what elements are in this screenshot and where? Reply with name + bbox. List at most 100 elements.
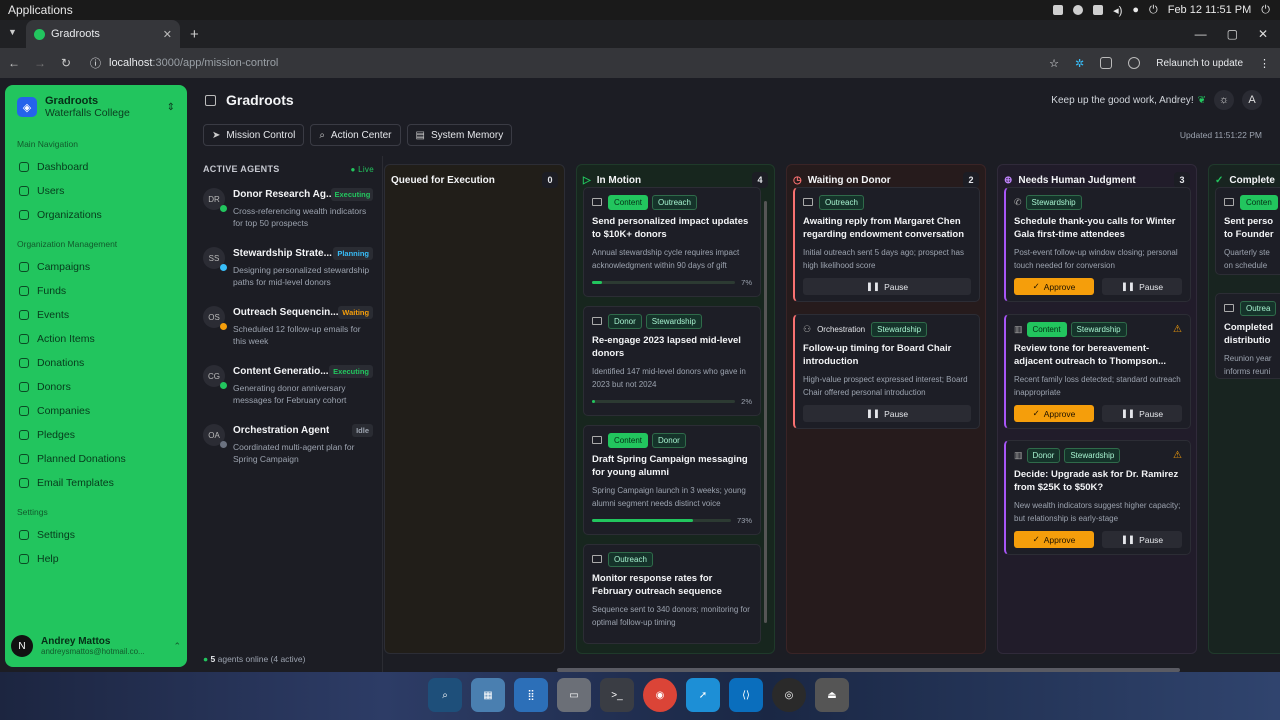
sidebar-item-pledges[interactable]: Pledges [5, 423, 187, 447]
agent-item[interactable]: SS Stewardship Strate... Planning Designi… [195, 241, 382, 300]
status-dot [220, 323, 227, 330]
bookmark-star-icon[interactable]: ☆ [1049, 57, 1059, 70]
org-logo-icon: ◈ [17, 97, 37, 117]
task-card[interactable]: Content Outreach Send personalized impact… [583, 187, 761, 297]
relaunch-button[interactable]: Relaunch to update [1156, 58, 1243, 69]
task-card[interactable]: Donor Stewardship Re-engage 2023 lapsed m… [583, 306, 761, 416]
pause-button[interactable]: ❚❚ Pause [1102, 531, 1182, 548]
close-tab-icon[interactable]: ✕ [163, 28, 172, 41]
close-window-icon[interactable]: ✕ [1258, 27, 1268, 41]
column-scrollbar[interactable] [764, 201, 767, 623]
new-tab-button[interactable]: + [190, 26, 199, 43]
card-description: Reunion year informs reuni [1224, 354, 1272, 376]
back-icon[interactable]: ← [2, 56, 26, 70]
sidebar-item-companies[interactable]: Companies [5, 399, 187, 423]
sidebar-item-organizations[interactable]: Organizations [5, 203, 187, 227]
sidebar-item-planned-donations[interactable]: Planned Donations [5, 447, 187, 471]
approve-button[interactable]: ✓ Approve [1014, 405, 1094, 422]
profile-icon[interactable] [1128, 57, 1141, 69]
pause-label: Pause [1139, 408, 1164, 419]
volume-icon[interactable]: ◂) [1113, 4, 1122, 17]
applications-menu[interactable]: Applications [0, 3, 73, 17]
task-card[interactable]: ▥ Donor Stewardship ⚠ Decide: Upgrade ask f… [1004, 440, 1191, 555]
tab-system-memory[interactable]: ▤ System Memory [406, 124, 513, 146]
theme-toggle-icon[interactable]: ☼ [1214, 90, 1234, 110]
agent-item[interactable]: DR Donor Research Ag... Executing Cross-r… [195, 182, 382, 241]
pause-button[interactable]: ❚❚ Pause [803, 405, 971, 422]
obs-app-icon[interactable]: ◎ [772, 678, 806, 712]
site-info-icon[interactable]: ⓘ [90, 55, 101, 71]
agent-item[interactable]: OS Outreach Sequencin... Waiting Schedule… [195, 300, 382, 359]
gallery-app-icon[interactable]: ▦ [471, 678, 505, 712]
approve-button[interactable]: ✓ Approve [1014, 278, 1094, 295]
sidebar-toggle-icon[interactable] [205, 94, 216, 106]
sidebar-item-funds[interactable]: Funds [5, 279, 187, 303]
tab-search-icon[interactable]: ▼ [8, 27, 17, 37]
tray-icon[interactable] [1093, 5, 1104, 15]
tray-icon[interactable] [1053, 5, 1064, 15]
extension-icon[interactable]: ✲ [1075, 57, 1084, 70]
agent-item[interactable]: CG Content Generatio... Executing Generat… [195, 359, 382, 418]
user-menu[interactable]: N Andrey Mattos andreysmattos@hotmail.co… [11, 635, 181, 657]
tray-icon[interactable] [1073, 5, 1084, 15]
sidebar-item-action-items[interactable]: Action Items [5, 327, 187, 351]
progress-percent: 2% [741, 397, 752, 406]
sidebar-item-email-templates[interactable]: Email Templates [5, 471, 187, 495]
task-card[interactable]: Outreach Monitor response rates for Febr… [583, 544, 761, 644]
maximize-icon[interactable]: ▢ [1227, 27, 1238, 41]
reload-icon[interactable]: ↻ [54, 56, 78, 70]
card-description: Quarterly ste on schedule [1224, 248, 1270, 270]
task-card[interactable]: ▥ Content Stewardship ⚠ Review tone for ber… [1004, 314, 1191, 429]
agents-footer: ● 5 agents online (4 active) [203, 654, 306, 664]
task-card[interactable]: Outreach Awaiting reply from Margaret Ch… [793, 187, 980, 302]
sidebar-item-settings[interactable]: Settings [5, 523, 187, 547]
sidebar-item-donations[interactable]: Donations [5, 351, 187, 375]
search-app-icon[interactable]: ⌕ [428, 678, 462, 712]
minimize-icon[interactable]: — [1195, 27, 1207, 41]
task-card[interactable]: Content Donor Draft Spring Campaign messa… [583, 425, 761, 535]
column-title: Waiting on Donor [807, 174, 891, 186]
mail-icon [1224, 304, 1234, 312]
pause-button[interactable]: ❚❚ Pause [803, 278, 971, 295]
sidebar-item-campaigns[interactable]: Campaigns [5, 255, 187, 279]
task-card[interactable]: ✆ Stewardship Schedule thank-you calls fo… [1004, 187, 1191, 302]
approve-button[interactable]: ✓ Approve [1014, 531, 1094, 548]
sidebar-item-donors[interactable]: Donors [5, 375, 187, 399]
task-card[interactable]: Conten Sent perso to Founder Quarterly s… [1215, 187, 1280, 275]
email-templates-icon [19, 478, 29, 488]
files-app-icon[interactable]: ▭ [557, 678, 591, 712]
pause-button[interactable]: ❚❚ Pause [1102, 405, 1182, 422]
mic-icon[interactable]: ● [1132, 4, 1139, 16]
task-card[interactable]: ⚇ Orchestration Stewardship Follow-up timi… [793, 314, 980, 429]
avatar[interactable]: A [1242, 90, 1262, 110]
tab-mission-control[interactable]: ➤ Mission Control [203, 124, 305, 146]
sidebar-item-label: Help [37, 553, 59, 565]
app-grid-icon[interactable]: ⣿ [514, 678, 548, 712]
vscode-app-icon[interactable]: ⟨⟩ [729, 678, 763, 712]
power-icon[interactable]: ⏻ [1149, 4, 1158, 17]
extensions-puzzle-icon[interactable] [1100, 57, 1113, 69]
agent-item[interactable]: OA Orchestration Agent Idle Coordinated m… [195, 418, 382, 477]
install-app-icon[interactable]: ⏏ [815, 678, 849, 712]
sidebar-item-users[interactable]: Users [5, 179, 187, 203]
sidebar-item-events[interactable]: Events [5, 303, 187, 327]
pause-button[interactable]: ❚❚ Pause [1102, 278, 1182, 295]
tab-action-center[interactable]: ⌕ Action Center [310, 124, 401, 146]
column-title: Queued for Execution [391, 174, 495, 186]
menu-kebab-icon[interactable]: ⋮ [1259, 57, 1270, 70]
clock[interactable]: Feb 12 11:51 PM [1168, 4, 1252, 16]
chrome-app-icon[interactable]: ◉ [643, 678, 677, 712]
column-count: 2 [963, 172, 979, 188]
browser-tab[interactable]: Gradroots ✕ [26, 20, 180, 48]
tag: Stewardship [645, 313, 702, 329]
task-card[interactable]: Outrea Completed distributio Reunion yea… [1215, 293, 1280, 379]
progress-percent: 73% [736, 516, 752, 525]
forward-icon[interactable]: → [28, 56, 52, 70]
org-switcher[interactable]: ◈ Gradroots Waterfalls College ⇕ [5, 85, 187, 129]
url-field[interactable]: ⓘ localhost:3000/app/mission-control [90, 55, 278, 71]
terminal-app-icon[interactable]: >_ [600, 678, 634, 712]
sidebar-item-dashboard[interactable]: Dashboard [5, 155, 187, 179]
power-menu-icon[interactable]: ⏻ [1261, 4, 1270, 17]
sidebar-item-help[interactable]: Help [5, 547, 187, 571]
bird-app-icon[interactable]: ➚ [686, 678, 720, 712]
